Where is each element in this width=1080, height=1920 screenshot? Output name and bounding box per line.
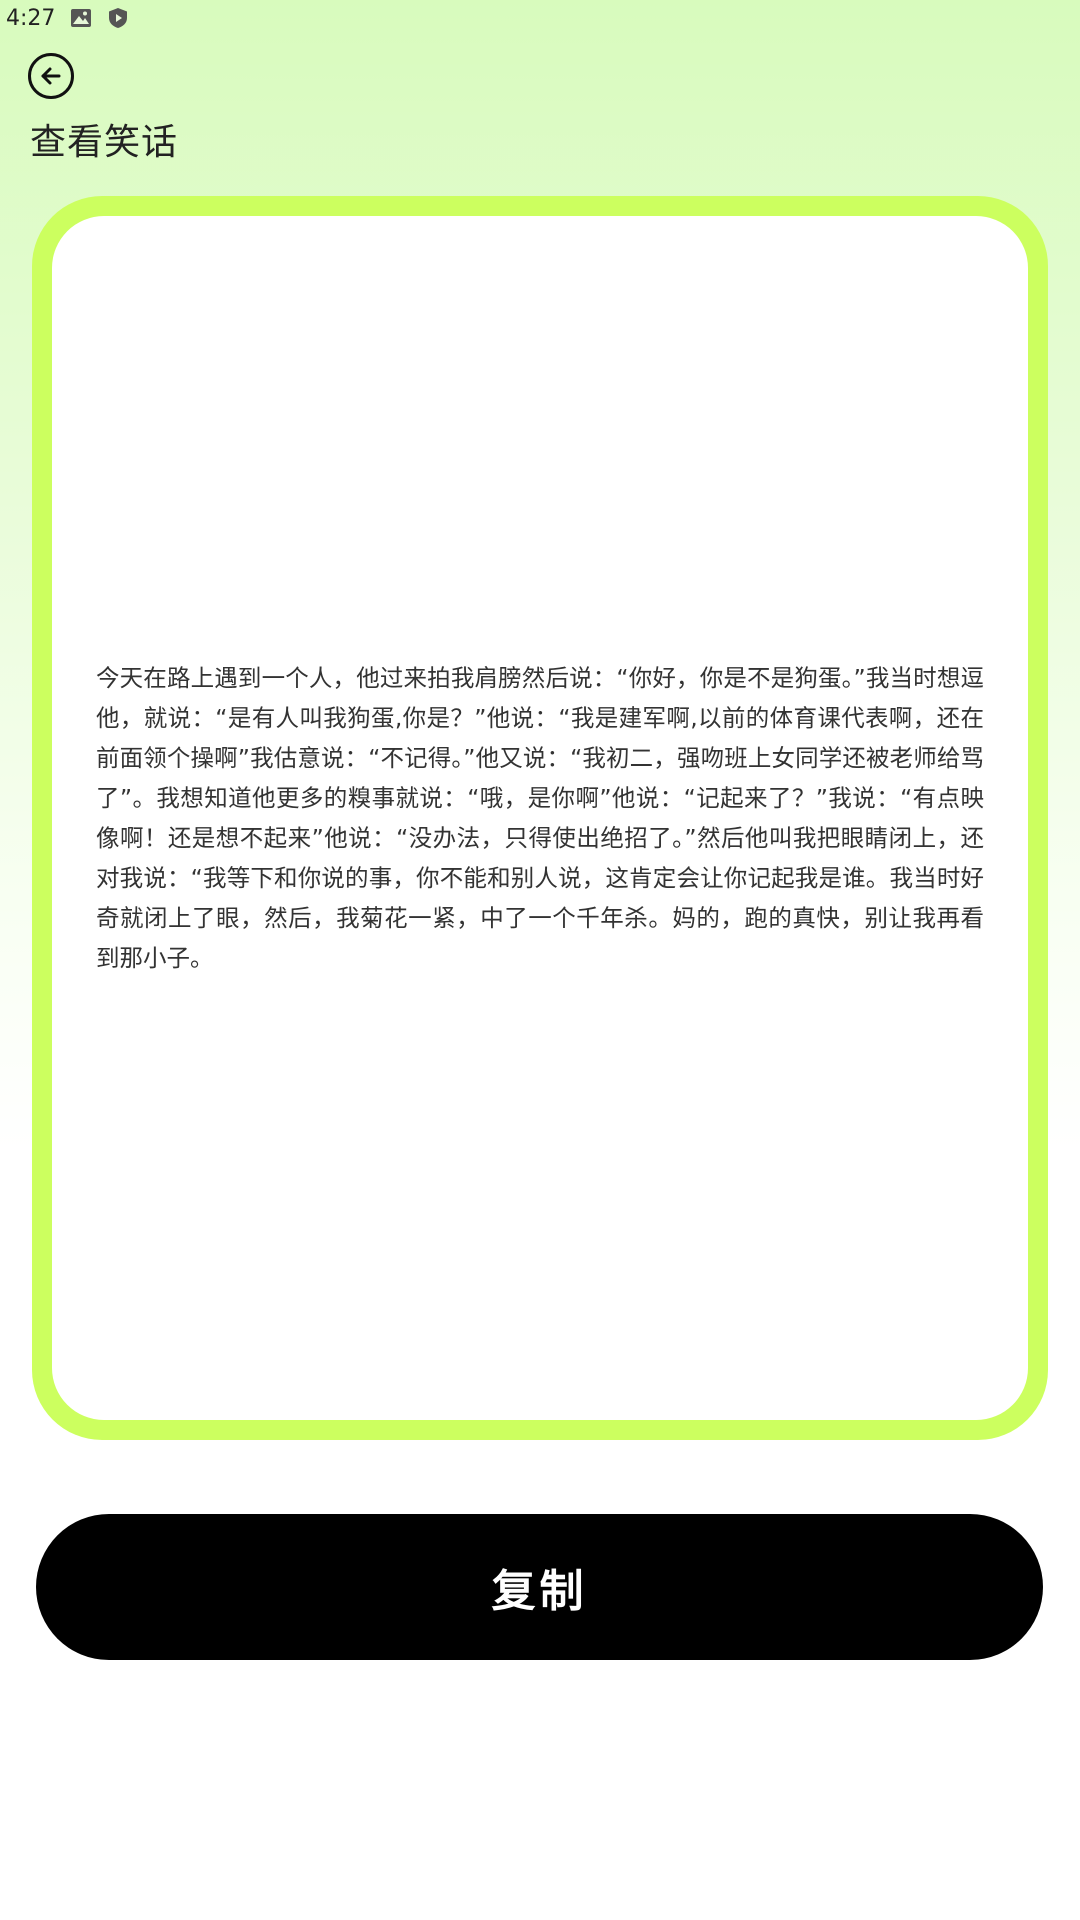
joke-card: 今天在路上遇到一个人，他过来拍我肩膀然后说：“你好，你是不是狗蛋。”我当时想逗他… — [32, 196, 1048, 1440]
arrow-left-icon — [37, 62, 65, 90]
joke-card-body: 今天在路上遇到一个人，他过来拍我肩膀然后说：“你好，你是不是狗蛋。”我当时想逗他… — [52, 216, 1028, 1420]
copy-button[interactable]: 复制 — [36, 1514, 1043, 1660]
back-button[interactable] — [28, 53, 74, 99]
status-time: 4:27 — [6, 6, 56, 31]
copy-button-label: 复制 — [491, 1566, 588, 1617]
page-title: 查看笑话 — [30, 122, 179, 163]
image-icon — [70, 7, 92, 29]
joke-text: 今天在路上遇到一个人，他过来拍我肩膀然后说：“你好，你是不是狗蛋。”我当时想逗他… — [96, 664, 984, 972]
status-bar: 4:27 — [0, 0, 1080, 40]
shield-icon — [107, 7, 129, 29]
